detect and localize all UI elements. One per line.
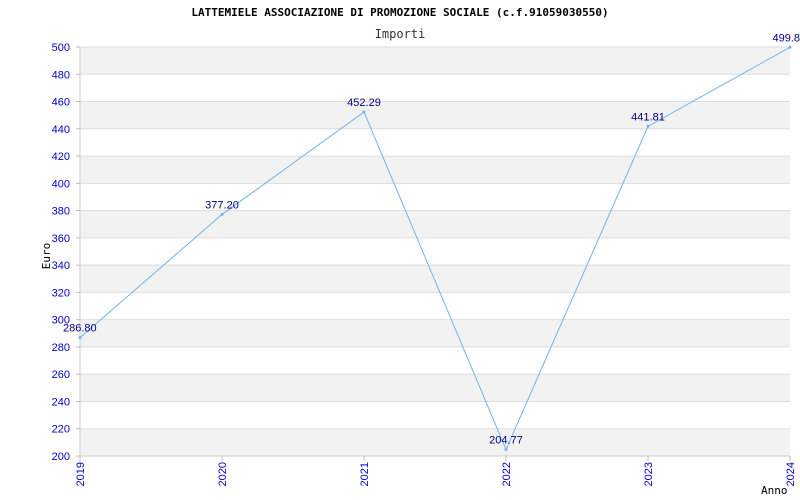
x-tick-label: 2021 xyxy=(359,462,371,486)
grid-band xyxy=(80,47,790,75)
data-label: 377.20 xyxy=(205,199,239,211)
data-point xyxy=(646,124,650,128)
x-axis-label: Anno xyxy=(761,484,788,497)
data-point xyxy=(362,110,366,114)
y-tick-label: 500 xyxy=(52,42,70,54)
y-tick-label: 340 xyxy=(52,260,70,272)
grid-band xyxy=(80,319,790,347)
y-tick-label: 280 xyxy=(52,342,70,354)
data-point xyxy=(78,336,82,340)
y-tick-label: 480 xyxy=(52,69,70,81)
grid-band xyxy=(80,428,790,456)
grid-bands xyxy=(80,47,790,456)
y-tick-label: 240 xyxy=(52,396,70,408)
y-tick-label: 440 xyxy=(52,124,70,136)
data-point xyxy=(788,45,792,49)
y-tick-label: 460 xyxy=(52,97,70,109)
data-point xyxy=(220,212,224,216)
grid-band xyxy=(80,374,790,402)
x-axis-ticks: 2019 2020 2021 2022 2023 2024 xyxy=(75,456,797,486)
x-tick-label: 2024 xyxy=(785,462,797,486)
y-tick-label: 200 xyxy=(52,451,70,463)
y-tick-label: 420 xyxy=(52,151,70,163)
data-label: 441.81 xyxy=(631,111,665,123)
chart-subtitle: Importi xyxy=(375,27,426,41)
y-tick-label: 380 xyxy=(52,206,70,218)
y-tick-label: 320 xyxy=(52,287,70,299)
grid-band xyxy=(80,156,790,184)
y-tick-label: 220 xyxy=(52,424,70,436)
x-tick-label: 2019 xyxy=(75,462,87,486)
x-tick-label: 2020 xyxy=(217,462,229,486)
y-tick-label: 360 xyxy=(52,233,70,245)
line-chart: 2002202402602803003203403603804004204404… xyxy=(40,6,800,497)
data-point xyxy=(504,447,508,451)
grid-band xyxy=(80,265,790,293)
x-tick-label: 2023 xyxy=(643,462,655,486)
chart-title: LATTEMIELE ASSOCIAZIONE DI PROMOZIONE SO… xyxy=(191,6,608,19)
y-tick-label: 260 xyxy=(52,369,70,381)
x-tick-label: 2022 xyxy=(501,462,513,486)
data-label: 204.77 xyxy=(489,434,523,446)
data-label: 452.29 xyxy=(347,97,381,109)
data-label: 499.8 xyxy=(772,32,800,44)
grid-band xyxy=(80,101,790,129)
grid-band xyxy=(80,210,790,238)
y-axis-ticks: 2002202402602803003203403603804004204404… xyxy=(52,42,80,463)
data-label: 286.80 xyxy=(63,323,97,335)
y-axis-label: Euro xyxy=(40,243,53,270)
y-tick-label: 400 xyxy=(52,178,70,190)
